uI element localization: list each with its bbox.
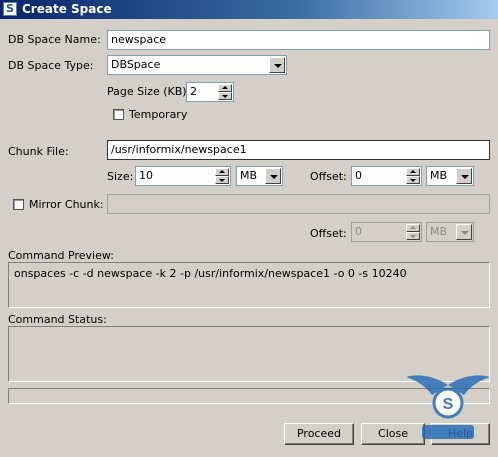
offset-unit-value: MB [430,169,448,182]
mirror-offset-value: 0 [355,225,362,238]
offset-spinner[interactable]: 0 [351,166,422,186]
title-bar[interactable]: Create Space [0,0,498,19]
mirror-chunk-input[interactable] [107,194,490,214]
size-unit-select[interactable]: MB [236,166,283,186]
dbspace-name-label: DB Space Name: [8,33,101,46]
spin-down-icon[interactable] [406,232,420,240]
command-preview-text: onspaces -c -d newspace -k 2 -p /usr/inf… [14,267,407,280]
command-preview-box: onspaces -c -d newspace -k 2 -p /usr/inf… [8,262,490,308]
size-value: 10 [139,169,153,182]
spin-down-icon[interactable] [218,92,232,100]
size-unit-value: MB [240,169,258,182]
offset-label: Offset: [310,170,347,183]
page-size-label: Page Size (KB): [107,85,191,98]
chunk-file-label: Chunk File: [8,145,69,158]
offset-unit-select[interactable]: MB [426,166,474,186]
app-icon [3,2,17,16]
spin-up-icon[interactable] [406,168,420,176]
command-status-box [8,326,490,382]
chevron-down-icon[interactable] [269,57,285,73]
temporary-label: Temporary [129,108,188,121]
dbspace-type-value: DBSpace [111,58,161,71]
progress-bar [8,388,490,404]
mirror-chunk-checkbox[interactable] [13,199,24,210]
close-button[interactable]: Close [361,423,425,445]
spin-down-icon[interactable] [406,176,420,184]
dbspace-type-select[interactable]: DBSpace [107,55,287,75]
offset-value: 0 [355,169,362,182]
chevron-down-icon[interactable] [265,168,281,184]
window-title: Create Space [22,2,112,16]
mirror-chunk-label: Mirror Chunk: [29,198,104,211]
spin-up-icon[interactable] [218,84,232,92]
mirror-offset-unit-value: MB [430,225,448,238]
chevron-down-icon[interactable] [456,224,472,240]
spin-up-icon[interactable] [406,224,420,232]
size-spinner[interactable]: 10 [135,166,231,186]
page-size-value: 2 [190,85,197,98]
page-size-spinner[interactable]: 2 [186,82,234,102]
dbspace-name-input[interactable]: newspace [107,30,490,50]
size-label: Size: [107,170,134,183]
proceed-button[interactable]: Proceed [284,423,354,445]
chunk-file-input[interactable]: /usr/informix/newspace1 [107,140,490,160]
mirror-offset-label: Offset: [310,227,347,240]
spin-up-icon[interactable] [215,168,229,176]
spin-down-icon[interactable] [215,176,229,184]
dbspace-type-label: DB Space Type: [8,59,94,72]
mirror-offset-spinner[interactable]: 0 [351,222,422,242]
chevron-down-icon[interactable] [456,168,472,184]
mirror-offset-unit-select[interactable]: MB [426,222,474,242]
temporary-checkbox[interactable] [113,109,124,120]
help-button[interactable]: Help [431,423,490,445]
